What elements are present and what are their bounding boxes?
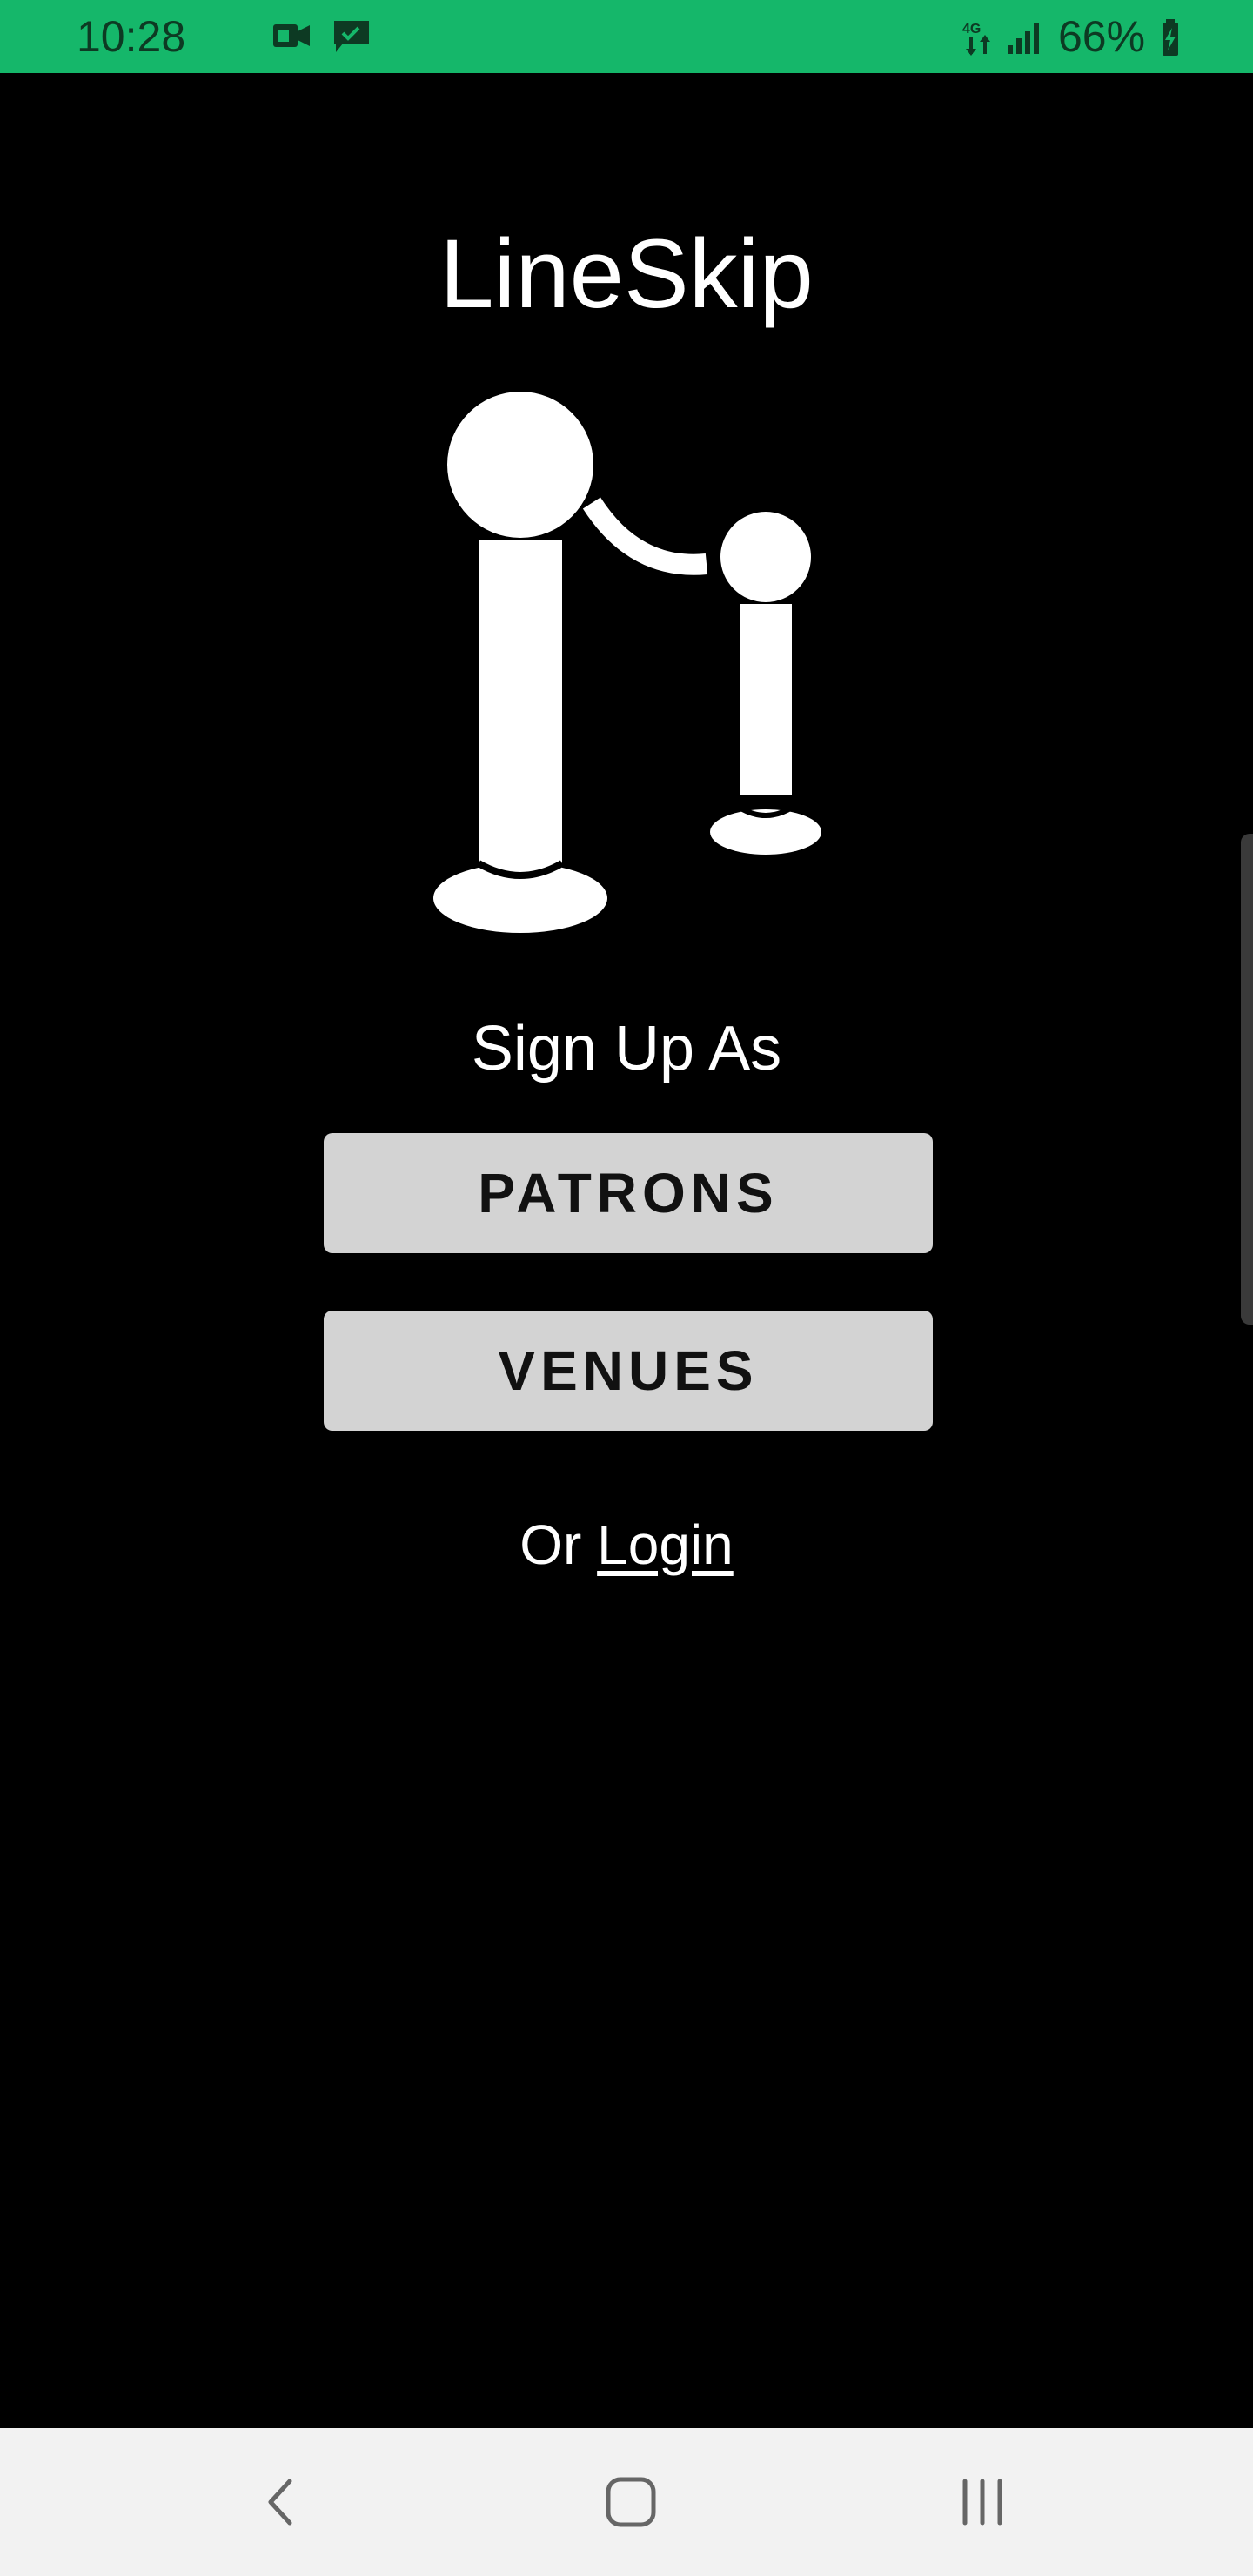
battery-percent: 66%: [1058, 12, 1146, 61]
status-bar: 10:28 4G 66%: [0, 0, 1253, 73]
signup-heading: Sign Up As: [471, 1014, 782, 1083]
data-transfer-icon: 4G: [959, 16, 1001, 57]
recents-icon[interactable]: [935, 2454, 1030, 2550]
back-icon[interactable]: [233, 2454, 329, 2550]
login-link[interactable]: Login: [597, 1513, 734, 1576]
venues-signup-button[interactable]: VENUES: [324, 1311, 933, 1431]
navigation-bar: [0, 2428, 1253, 2576]
video-call-icon: [271, 16, 313, 57]
or-text: Or: [519, 1513, 582, 1576]
patrons-signup-button[interactable]: PATRONS: [324, 1133, 933, 1253]
app-title: LineSkip: [439, 219, 814, 328]
signal-icon: [1004, 16, 1046, 57]
message-icon: [331, 16, 372, 57]
status-time: 10:28: [77, 12, 186, 61]
edge-panel-handle[interactable]: [1241, 834, 1253, 1325]
battery-charging-icon: [1154, 16, 1196, 57]
home-icon[interactable]: [583, 2454, 679, 2550]
velvet-rope-stanchion-icon: [426, 357, 835, 949]
login-prompt: Or Login: [0, 1506, 1253, 1584]
svg-text:4G: 4G: [962, 22, 981, 37]
